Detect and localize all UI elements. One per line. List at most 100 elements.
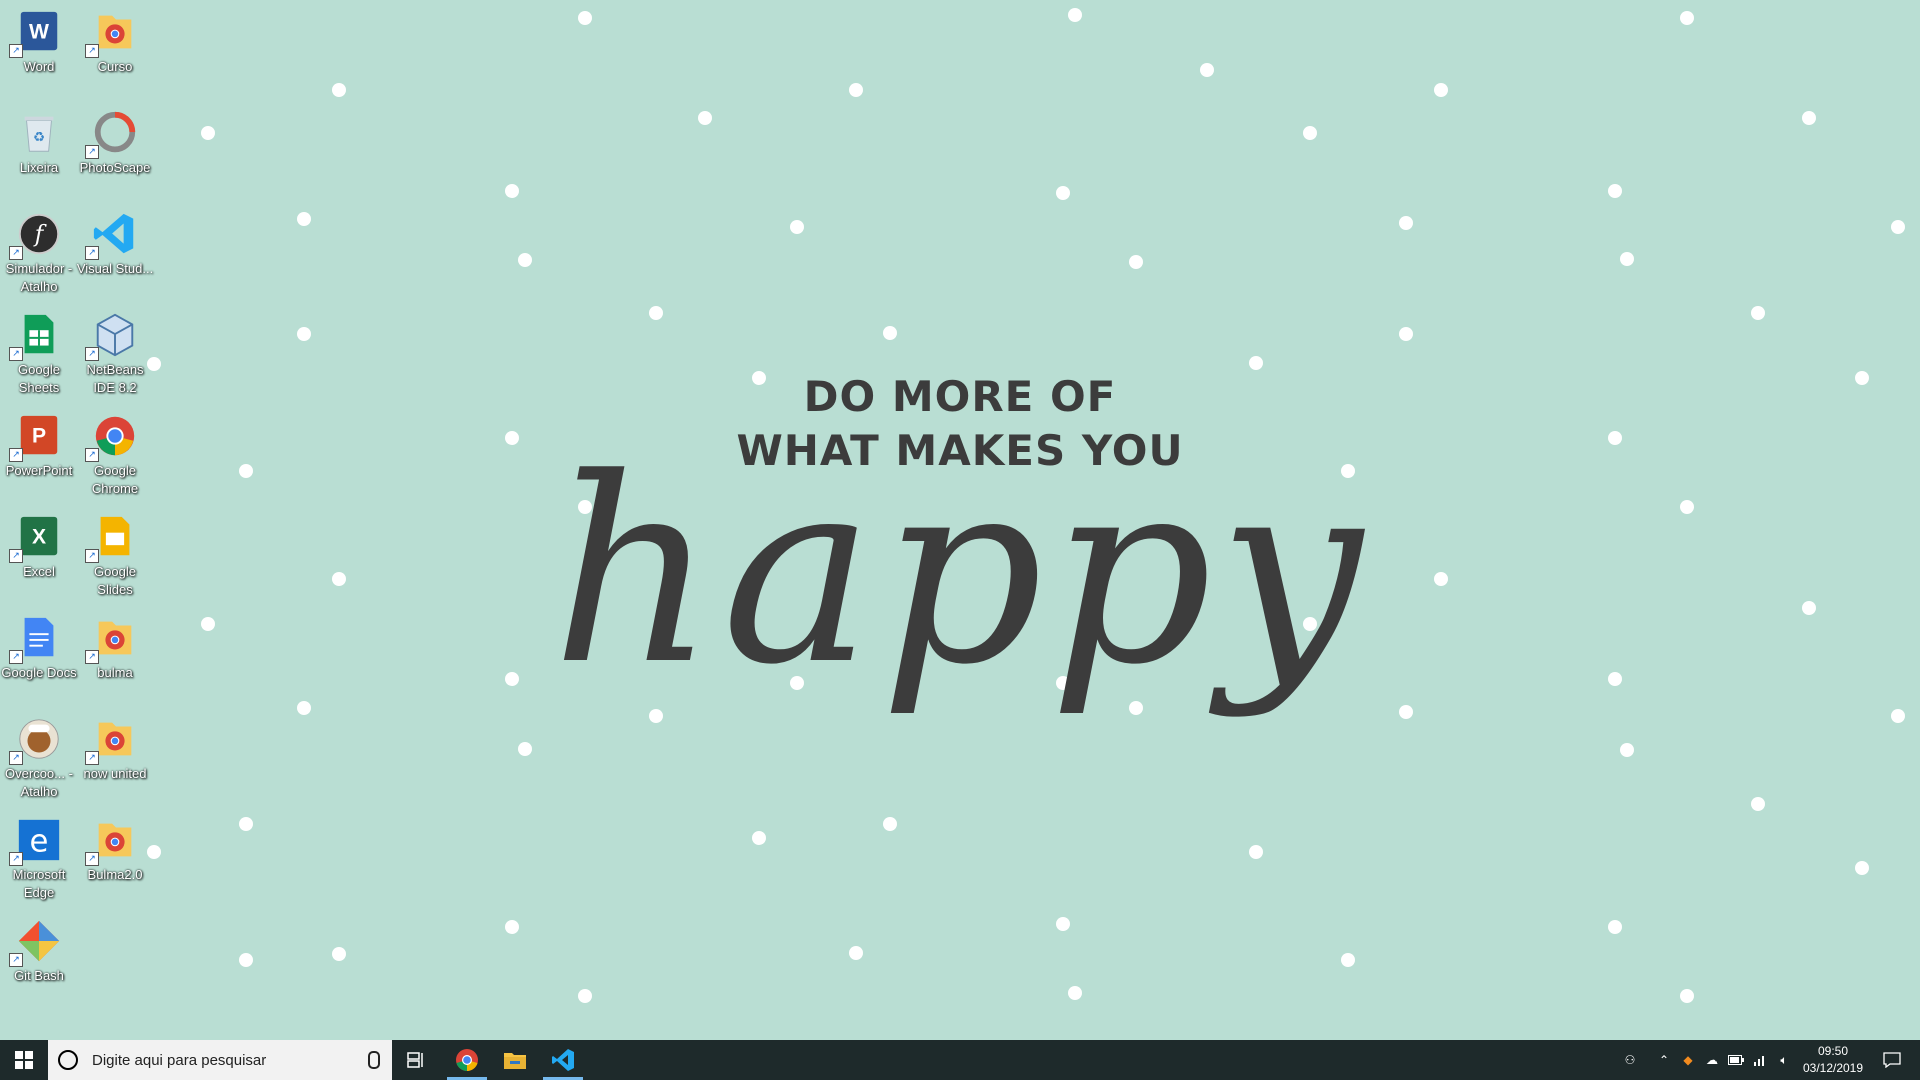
desktop-icon[interactable]: ↗ PhotoScape <box>76 101 154 177</box>
svg-text:X: X <box>32 526 46 549</box>
desktop-icon-label: PhotoScape <box>79 160 151 175</box>
shortcut-arrow-icon: ↗ <box>85 751 99 765</box>
clock-time: 09:50 <box>1817 1044 1849 1058</box>
action-center-button[interactable] <box>1872 1040 1912 1080</box>
search-placeholder: Digite aqui para pesquisar <box>92 1051 267 1069</box>
shortcut-arrow-icon: ↗ <box>9 549 23 563</box>
git-icon: ↗ <box>9 917 63 967</box>
tray-app[interactable]: ◆ <box>1676 1040 1700 1080</box>
desktop-icon[interactable]: ↗ Google Slides <box>76 505 154 599</box>
tray-volume[interactable]: 🔈︎ <box>1772 1040 1796 1080</box>
microphone-icon[interactable] <box>368 1051 380 1069</box>
desktop-icon-label: Google Docs <box>1 665 77 680</box>
vscode-icon: ↗ <box>85 210 139 260</box>
shortcut-arrow-icon: ↗ <box>9 751 23 765</box>
desktop-icon[interactable]: ↗ Google Sheets <box>0 303 78 397</box>
desktop-icon-label: Lixeira <box>19 160 59 175</box>
desktop-icon[interactable]: ↗ NetBeans IDE 8.2 <box>76 303 154 397</box>
wallpaper-dot <box>1620 743 1634 757</box>
wallpaper-dot <box>1751 306 1765 320</box>
desktop-icon[interactable]: ↗ Google Docs <box>0 606 78 682</box>
wallpaper-dot <box>1068 986 1082 1000</box>
clock[interactable]: 09:50 03/12/2019 <box>1796 1040 1870 1080</box>
wallpaper-dot <box>1608 184 1622 198</box>
wallpaper-line1: DO MORE OF <box>803 372 1117 421</box>
clock-date: 03/12/2019 <box>1802 1061 1864 1075</box>
desktop-icon[interactable]: e ↗ Microsoft Edge <box>0 808 78 902</box>
network-icon <box>1754 1056 1764 1066</box>
desktop-icon[interactable]: ↗ Curso <box>76 0 154 76</box>
wallpaper-dot <box>1891 709 1905 723</box>
shortcut-arrow-icon: ↗ <box>85 145 99 159</box>
search-box[interactable]: Digite aqui para pesquisar <box>48 1040 392 1080</box>
shortcut-arrow-icon: ↗ <box>9 44 23 58</box>
svg-text:♻: ♻ <box>33 130 45 145</box>
desktop-icon-label: now united <box>83 766 147 781</box>
wallpaper-dot <box>1056 917 1070 931</box>
tray-battery[interactable] <box>1724 1040 1748 1080</box>
wallpaper-dot <box>883 326 897 340</box>
word-icon: W ↗ <box>9 8 63 58</box>
shortcut-arrow-icon: ↗ <box>9 448 23 462</box>
desktop-icon[interactable]: X ↗ Excel <box>0 505 78 581</box>
desktop-icon[interactable]: ↗ Bulma2.0 <box>76 808 154 884</box>
task-view-icon <box>407 1052 423 1068</box>
chevron-up-icon: ⌃ <box>1658 1053 1670 1067</box>
shortcut-arrow-icon: ↗ <box>9 953 23 967</box>
chrome-icon <box>456 1049 478 1071</box>
desktop-icon-label: bulma <box>97 665 133 680</box>
people-button[interactable]: ⚇ <box>1618 1040 1642 1080</box>
wallpaper-dot <box>1680 11 1694 25</box>
wallpaper-dot <box>578 11 592 25</box>
desktop-icon-label: Google Slides <box>94 564 136 597</box>
wallpaper-dot <box>332 83 346 97</box>
wallpaper-dot <box>505 920 519 934</box>
task-view-button[interactable] <box>396 1040 436 1080</box>
start-button[interactable] <box>0 1040 48 1080</box>
show-hidden-icons-button[interactable]: ⌃ <box>1652 1040 1676 1080</box>
desktop-icon-label: Simulador - Atalho <box>5 261 73 294</box>
desktop-icon-label: Excel <box>23 564 55 579</box>
desktop-icon-label: Git Bash <box>14 968 64 983</box>
desktop-icon[interactable]: ↗ Overcoo... - Atalho <box>0 707 78 801</box>
wallpaper-script-word: happy <box>551 424 1369 721</box>
wallpaper-dot <box>1891 220 1905 234</box>
tray-network[interactable] <box>1748 1040 1772 1080</box>
wallpaper-dot <box>1303 126 1317 140</box>
desktop-icon[interactable]: f ↗ Simulador - Atalho <box>0 202 78 296</box>
wallpaper-dot <box>1341 953 1355 967</box>
wallpaper-dot <box>505 184 519 198</box>
shortcut-arrow-icon: ↗ <box>85 852 99 866</box>
wallpaper-dot <box>332 947 346 961</box>
desktop-icon[interactable]: ↗ Visual Stud... <box>76 202 154 278</box>
shortcut-arrow-icon: ↗ <box>85 650 99 664</box>
chrome-folder-icon: ↗ <box>85 715 139 765</box>
chrome-folder-icon: ↗ <box>85 614 139 664</box>
shortcut-arrow-icon: ↗ <box>9 650 23 664</box>
shortcut-arrow-icon: ↗ <box>85 347 99 361</box>
wallpaper-dot <box>849 946 863 960</box>
file-explorer-icon <box>504 1053 526 1069</box>
desktop-icon[interactable]: ↗ now united <box>76 707 154 783</box>
cortana-icon <box>58 1050 78 1070</box>
svg-text:e: e <box>30 824 49 860</box>
desktop-icon[interactable]: P ↗ PowerPoint <box>0 404 78 480</box>
taskbar-chrome[interactable] <box>443 1040 491 1080</box>
docs-icon: ↗ <box>9 614 63 664</box>
wallpaper-dot <box>201 126 215 140</box>
desktop-icon[interactable]: ↗ Google Chrome <box>76 404 154 498</box>
shortcut-arrow-icon: ↗ <box>9 347 23 361</box>
desktop-icon-label: Word <box>23 59 55 74</box>
chrome-folder-icon: ↗ <box>85 8 139 58</box>
desktop-icon[interactable]: W ↗ Word <box>0 0 78 76</box>
powerpoint-icon: P ↗ <box>9 412 63 462</box>
desktop-icon[interactable]: ↗ bulma <box>76 606 154 682</box>
wallpaper-dot <box>1680 989 1694 1003</box>
desktop-icon-label: Visual Stud... <box>76 261 154 276</box>
taskbar-vscode[interactable] <box>539 1040 587 1080</box>
desktop-icon[interactable]: ♻ Lixeira <box>0 101 78 177</box>
cloud-icon: ☁ <box>1706 1053 1718 1067</box>
taskbar-file-explorer[interactable] <box>491 1040 539 1080</box>
tray-onedrive[interactable]: ☁ <box>1700 1040 1724 1080</box>
desktop-icon[interactable]: ↗ Git Bash <box>0 909 78 985</box>
